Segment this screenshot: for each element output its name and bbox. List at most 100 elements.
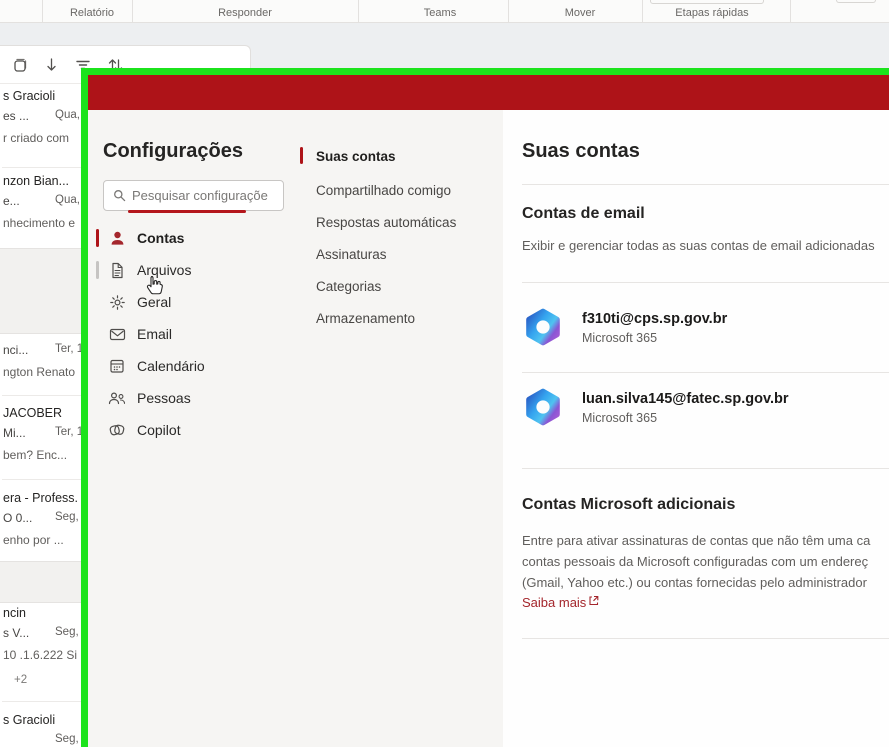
microsoft-365-logo-icon [522, 386, 564, 428]
settings-nav-label: Arquivos [137, 262, 191, 278]
subnav-compartilhado-comigo[interactable]: Compartilhado comigo [303, 177, 493, 203]
settings-nav-label: Copilot [137, 422, 181, 438]
text-line: (Gmail, Yahoo etc.) ou contas fornecidas… [522, 572, 889, 593]
subnav-label: Categorias [316, 279, 381, 294]
active-indicator [300, 147, 303, 164]
subnav-label: Armazenamento [316, 311, 415, 326]
person-icon [108, 229, 126, 247]
settings-content-pane: Suas contas Contas de email Exibir e ger… [503, 110, 889, 747]
settings-nav-geral[interactable]: Geral [88, 286, 303, 318]
text-line: contas pessoais da Microsoft configurada… [522, 551, 889, 572]
people-icon [108, 389, 126, 407]
document-icon [108, 261, 126, 279]
mail-sender: JACOBER [3, 406, 62, 420]
mail-preview: r criado com [3, 131, 69, 145]
mail-sender: era - Profess. [3, 491, 78, 505]
ribbon-button-stub [650, 0, 764, 4]
subnav-label: Respostas automáticas [316, 215, 456, 230]
ribbon-divider [790, 0, 791, 22]
mail-more-badge: +2 [14, 674, 27, 686]
mail-subject: O 0... [3, 511, 32, 525]
ribbon-divider [642, 0, 643, 22]
text-line: Entre para ativar assinaturas de contas … [522, 530, 889, 551]
select-all-icon [11, 57, 28, 74]
ribbon-group-responder: Responder [218, 7, 272, 19]
ribbon-divider [42, 0, 43, 22]
email-accounts-description: Exibir e gerenciar todas as suas contas … [522, 238, 889, 253]
settings-nav-calendario[interactable]: Calendário [88, 350, 303, 382]
ribbon-divider [508, 0, 509, 22]
ribbon-group-labels: Relatório Responder Teams Mover Etapas r… [0, 0, 889, 23]
settings-nav-label: Email [137, 326, 172, 342]
mail-preview: enho por ... [3, 533, 64, 547]
settings-nav-copilot[interactable]: Copilot [88, 414, 303, 446]
additional-accounts-heading: Contas Microsoft adicionais [522, 496, 735, 514]
ribbon-group-relatorio: Relatório [70, 7, 114, 19]
outlook-screen: Relatório Responder Teams Mover Etapas r… [0, 0, 889, 747]
microsoft-365-logo-icon [522, 306, 564, 348]
account-email: f310ti@cps.sp.gov.br [582, 311, 727, 327]
envelope-icon [108, 325, 126, 343]
mail-preview: nhecimento e [3, 216, 75, 230]
additional-accounts-text: Entre para ativar assinaturas de contas … [522, 530, 889, 593]
subnav-label: Suas contas [316, 149, 396, 164]
hover-indicator [96, 261, 99, 279]
mail-subject: nci... [3, 343, 28, 357]
account-row[interactable]: luan.silva145@fatec.sp.gov.br Microsoft … [522, 386, 889, 434]
subnav-respostas-automaticas[interactable]: Respostas automáticas [303, 209, 493, 235]
divider [522, 638, 889, 639]
calendar-icon [108, 357, 126, 375]
ribbon-divider [358, 0, 359, 22]
page-title: Suas contas [522, 140, 640, 163]
settings-nav-label: Geral [137, 294, 171, 310]
select-all-button[interactable] [8, 54, 30, 76]
settings-title: Configurações [103, 140, 243, 163]
search-input[interactable] [132, 181, 280, 210]
account-type: Microsoft 365 [582, 331, 657, 345]
divider [522, 468, 889, 469]
settings-nav-label: Calendário [137, 358, 205, 374]
settings-nav-contas[interactable]: Contas [88, 222, 303, 254]
search-icon [112, 188, 127, 208]
mail-preview: bem? Enc... [3, 448, 67, 462]
copilot-icon [108, 421, 126, 439]
settings-dialog: Configurações Contas [88, 75, 889, 747]
mail-subject: e... [3, 194, 20, 208]
mail-sender: ncin [3, 606, 26, 620]
mail-subject: Mi... [3, 426, 26, 440]
ribbon-button-stub [836, 0, 876, 3]
ribbon-group-etapas-rapidas: Etapas rápidas [675, 7, 748, 19]
subnav-label: Compartilhado comigo [316, 183, 451, 198]
gear-icon [108, 293, 126, 311]
settings-nav-pessoas[interactable]: Pessoas [88, 382, 303, 414]
mail-subject: es ... [3, 109, 29, 123]
email-accounts-heading: Contas de email [522, 205, 645, 223]
account-row[interactable]: f310ti@cps.sp.gov.br Microsoft 365 [522, 306, 889, 354]
ribbon-group-teams: Teams [424, 7, 456, 19]
active-indicator [96, 229, 99, 247]
settings-nav-label: Contas [137, 230, 184, 246]
divider [522, 282, 889, 283]
mail-sender: s Gracioli [3, 713, 55, 727]
search-red-underline [128, 210, 246, 213]
subnav-armazenamento[interactable]: Armazenamento [303, 305, 493, 331]
ribbon-divider [132, 0, 133, 22]
learn-more-link[interactable]: Saiba mais [522, 595, 599, 610]
settings-search[interactable] [103, 180, 284, 211]
mail-subject: s V... [3, 626, 29, 640]
settings-nav-email[interactable]: Email [88, 318, 303, 350]
settings-nav-pane: Configurações Contas [88, 110, 503, 747]
settings-dialog-header [88, 75, 889, 110]
account-email: luan.silva145@fatec.sp.gov.br [582, 391, 788, 407]
mail-preview: ngton Renato [3, 365, 75, 379]
highlight-border: Configurações Contas [81, 68, 889, 747]
subnav-categorias[interactable]: Categorias [303, 273, 493, 299]
ribbon-group-mover: Mover [565, 7, 596, 19]
move-down-button[interactable] [40, 54, 62, 76]
move-down-icon [44, 57, 59, 74]
subnav-suas-contas[interactable]: Suas contas [303, 143, 493, 169]
settings-nav-label: Pessoas [137, 390, 191, 406]
subnav-assinaturas[interactable]: Assinaturas [303, 241, 493, 267]
settings-nav-arquivos[interactable]: Arquivos [88, 254, 303, 286]
mail-sender: s Gracioli [3, 89, 55, 103]
